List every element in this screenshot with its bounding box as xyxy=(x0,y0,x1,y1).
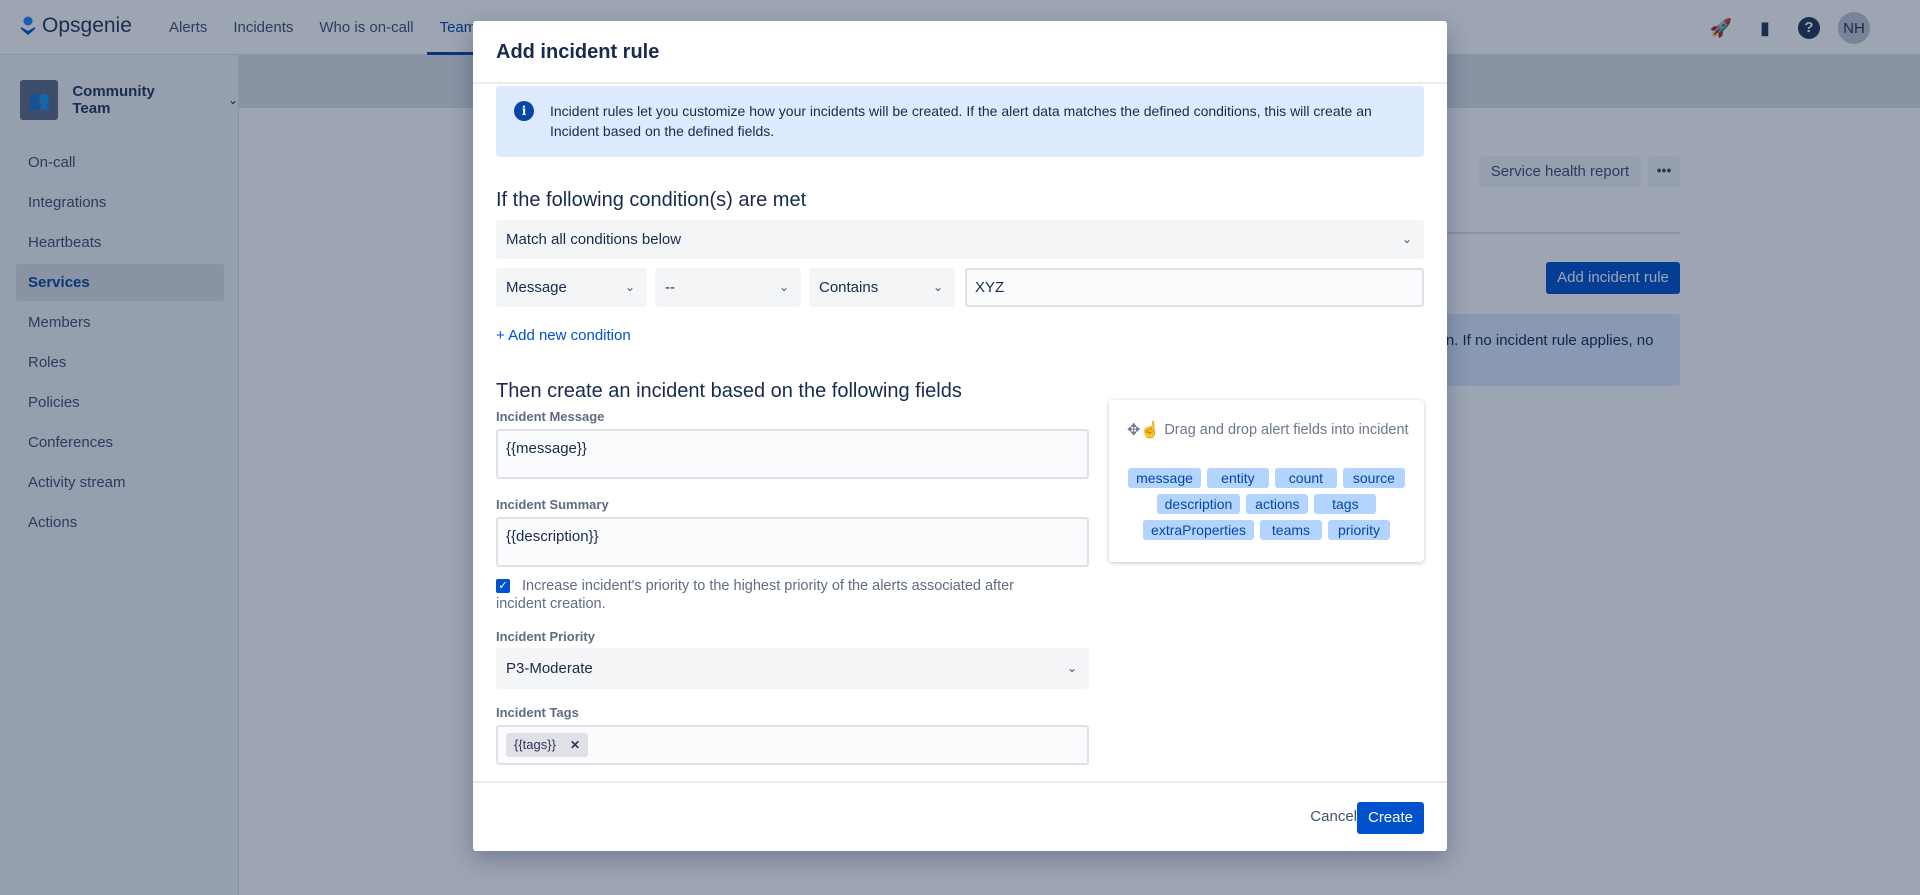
dialog-title: Add incident rule xyxy=(473,21,1447,84)
alert-field-chip[interactable]: tags xyxy=(1314,494,1377,514)
chevron-down-icon: ⌄ xyxy=(624,280,635,294)
alert-field-chip[interactable]: message xyxy=(1128,468,1201,488)
alert-field-chip[interactable]: priority xyxy=(1327,520,1390,540)
alert-field-chip[interactable]: teams xyxy=(1259,520,1322,540)
add-new-condition-link[interactable]: + Add new condition xyxy=(496,327,631,344)
chevron-down-icon: ⌄ xyxy=(1066,661,1077,675)
incident-tags-label: Incident Tags xyxy=(496,705,579,720)
incident-priority-label: Incident Priority xyxy=(496,629,595,644)
match-select[interactable]: Match all conditions below ⌄ xyxy=(496,220,1424,259)
alert-field-chip[interactable]: count xyxy=(1274,468,1337,488)
condition-value-input[interactable]: XYZ xyxy=(965,268,1424,307)
priority-value: P3-Moderate xyxy=(506,660,593,677)
chevron-down-icon: ⌄ xyxy=(932,280,943,294)
alert-field-chip[interactable]: description xyxy=(1156,494,1241,514)
cancel-button[interactable]: Cancel xyxy=(1310,808,1357,825)
incident-priority-select[interactable]: P3-Moderate ⌄ xyxy=(496,648,1089,689)
info-banner: i Incident rules let you customize how y… xyxy=(496,86,1424,157)
alert-field-chip[interactable]: source xyxy=(1342,468,1405,488)
condition-operator-select[interactable]: Contains ⌄ xyxy=(809,268,955,307)
create-button[interactable]: Create xyxy=(1357,802,1424,834)
incident-tags-input[interactable]: {{tags}} ✕ xyxy=(496,725,1089,765)
incident-summary-input[interactable]: {{description}} xyxy=(496,517,1089,567)
incident-summary-label: Incident Summary xyxy=(496,497,609,512)
remove-tag-icon[interactable]: ✕ xyxy=(570,738,580,752)
tag-chip: {{tags}} ✕ xyxy=(506,733,589,757)
condition-operator-value: Contains xyxy=(819,279,879,296)
match-value: Match all conditions below xyxy=(506,231,682,248)
drag-hand-icon: ✥☝ xyxy=(1127,422,1161,439)
dialog-footer: Cancel Create xyxy=(473,781,1447,851)
condition-not-value: -- xyxy=(665,279,675,296)
condition-field-value: Message xyxy=(506,279,567,296)
chevron-down-icon: ⌄ xyxy=(778,280,789,294)
chevron-down-icon: ⌄ xyxy=(1401,232,1412,246)
alert-field-chip[interactable]: extraProperties xyxy=(1143,520,1254,540)
alert-fields-panel: ✥☝ Drag and drop alert fields into incide… xyxy=(1109,400,1424,562)
drag-hint: Drag and drop alert fields into incident xyxy=(1164,422,1409,438)
conditions-heading: If the following condition(s) are met xyxy=(496,189,807,211)
add-incident-rule-dialog: Add incident rule i Incident rules let y… xyxy=(473,21,1447,851)
fields-heading: Then create an incident based on the fol… xyxy=(496,380,962,402)
condition-field-select[interactable]: Message ⌄ xyxy=(496,268,647,307)
incident-message-label: Incident Message xyxy=(496,409,605,424)
incident-message-input[interactable]: {{message}} xyxy=(496,429,1089,479)
info-text: Incident rules let you customize how you… xyxy=(550,103,1372,139)
increase-priority-label: Increase incident's priority to the high… xyxy=(496,578,1014,612)
info-icon: i xyxy=(514,101,534,121)
alert-field-chip[interactable]: entity xyxy=(1206,468,1269,488)
condition-not-select[interactable]: -- ⌄ xyxy=(655,268,801,307)
alert-field-chip[interactable]: actions xyxy=(1246,494,1309,514)
tag-label: {{tags}} xyxy=(514,737,556,752)
